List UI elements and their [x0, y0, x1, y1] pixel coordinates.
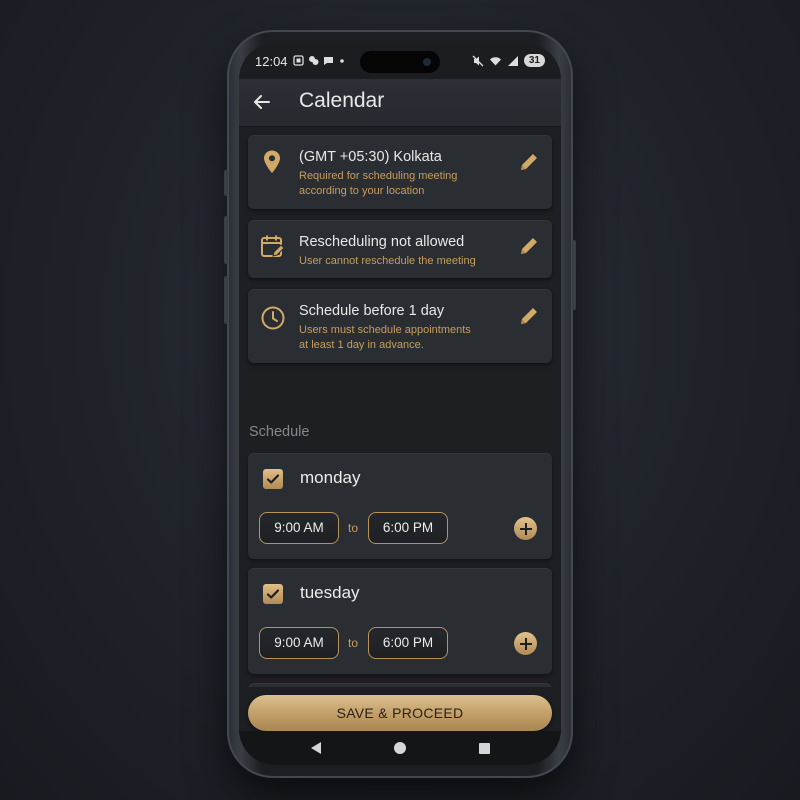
power-button	[572, 240, 576, 310]
phone-frame: 12:04 31 Calendar (GMT +05:30) Kolkata R…	[224, 30, 576, 778]
check-icon	[266, 474, 280, 484]
location-pin-icon	[264, 150, 280, 173]
clock-icon	[261, 306, 285, 330]
nav-recents-icon[interactable]	[479, 743, 490, 754]
phone-screen: 12:04 31 Calendar (GMT +05:30) Kolkata R…	[239, 43, 561, 765]
end-time-field[interactable]: 6:00 PM	[368, 627, 448, 659]
add-time-slot-button[interactable]	[514, 517, 537, 540]
save-proceed-button[interactable]: SAVE & PROCEED	[248, 695, 552, 731]
wifi-icon	[489, 56, 501, 65]
advance-booking-subtitle: Users must schedule appointments at leas…	[299, 324, 471, 351]
chat-icon	[309, 56, 319, 65]
advance-booking-card[interactable]: Schedule before 1 day Users must schedul…	[248, 289, 552, 363]
nav-back-icon[interactable]	[311, 742, 321, 754]
dot-icon	[340, 59, 344, 63]
calendar-edit-icon	[261, 235, 285, 257]
system-icons: 31	[472, 54, 545, 67]
page-title: Calendar	[299, 89, 385, 112]
schedule-section-label: Schedule	[249, 424, 310, 440]
mute-icon	[472, 55, 484, 66]
app-bar: Calendar	[239, 79, 561, 127]
day-checkbox[interactable]	[263, 469, 283, 489]
rescheduling-title: Rescheduling not allowed	[299, 234, 465, 250]
timezone-card[interactable]: (GMT +05:30) Kolkata Required for schedu…	[248, 135, 552, 209]
screenshot-icon	[293, 55, 304, 66]
add-time-slot-button[interactable]	[514, 632, 537, 655]
advance-booking-title: Schedule before 1 day	[299, 303, 445, 319]
arrow-left-icon[interactable]	[251, 91, 273, 113]
settings-content: (GMT +05:30) Kolkata Required for schedu…	[239, 127, 561, 687]
rescheduling-card[interactable]: Rescheduling not allowed User cannot res…	[248, 220, 552, 278]
day-label: tuesday	[300, 583, 360, 602]
timezone-subtitle: Required for scheduling meeting accordin…	[299, 170, 458, 197]
day-card-tuesday: tuesday 9:00 AM to 6:00 PM	[248, 568, 552, 674]
system-nav-bar	[239, 731, 561, 765]
day-label: monday	[300, 468, 361, 487]
nav-home-icon[interactable]	[394, 742, 406, 754]
rescheduling-subtitle: User cannot reschedule the meeting	[299, 255, 476, 267]
to-label: to	[348, 521, 359, 535]
pencil-icon[interactable]	[518, 235, 540, 257]
pencil-icon[interactable]	[518, 305, 540, 327]
start-time-field[interactable]: 9:00 AM	[259, 512, 339, 544]
day-card-monday: monday 9:00 AM to 6:00 PM	[248, 453, 552, 559]
camera-island	[360, 51, 440, 73]
volume-down-button	[224, 276, 228, 324]
battery-indicator: 31	[523, 54, 545, 67]
check-icon	[266, 589, 280, 599]
volume-up-button	[224, 216, 228, 264]
timezone-title: (GMT +05:30) Kolkata	[299, 149, 442, 165]
notification-icons	[293, 55, 346, 66]
start-time-field[interactable]: 9:00 AM	[259, 627, 339, 659]
end-time-field[interactable]: 6:00 PM	[368, 512, 448, 544]
bottom-action-bar: SAVE & PROCEED	[239, 687, 561, 731]
day-checkbox[interactable]	[263, 584, 283, 604]
message-icon	[324, 57, 333, 65]
signal-icon	[507, 55, 518, 66]
pencil-icon[interactable]	[518, 151, 540, 173]
action-button	[224, 170, 228, 196]
status-bar: 12:04 31	[239, 43, 561, 79]
to-label: to	[348, 636, 359, 650]
status-time: 12:04	[255, 54, 288, 69]
